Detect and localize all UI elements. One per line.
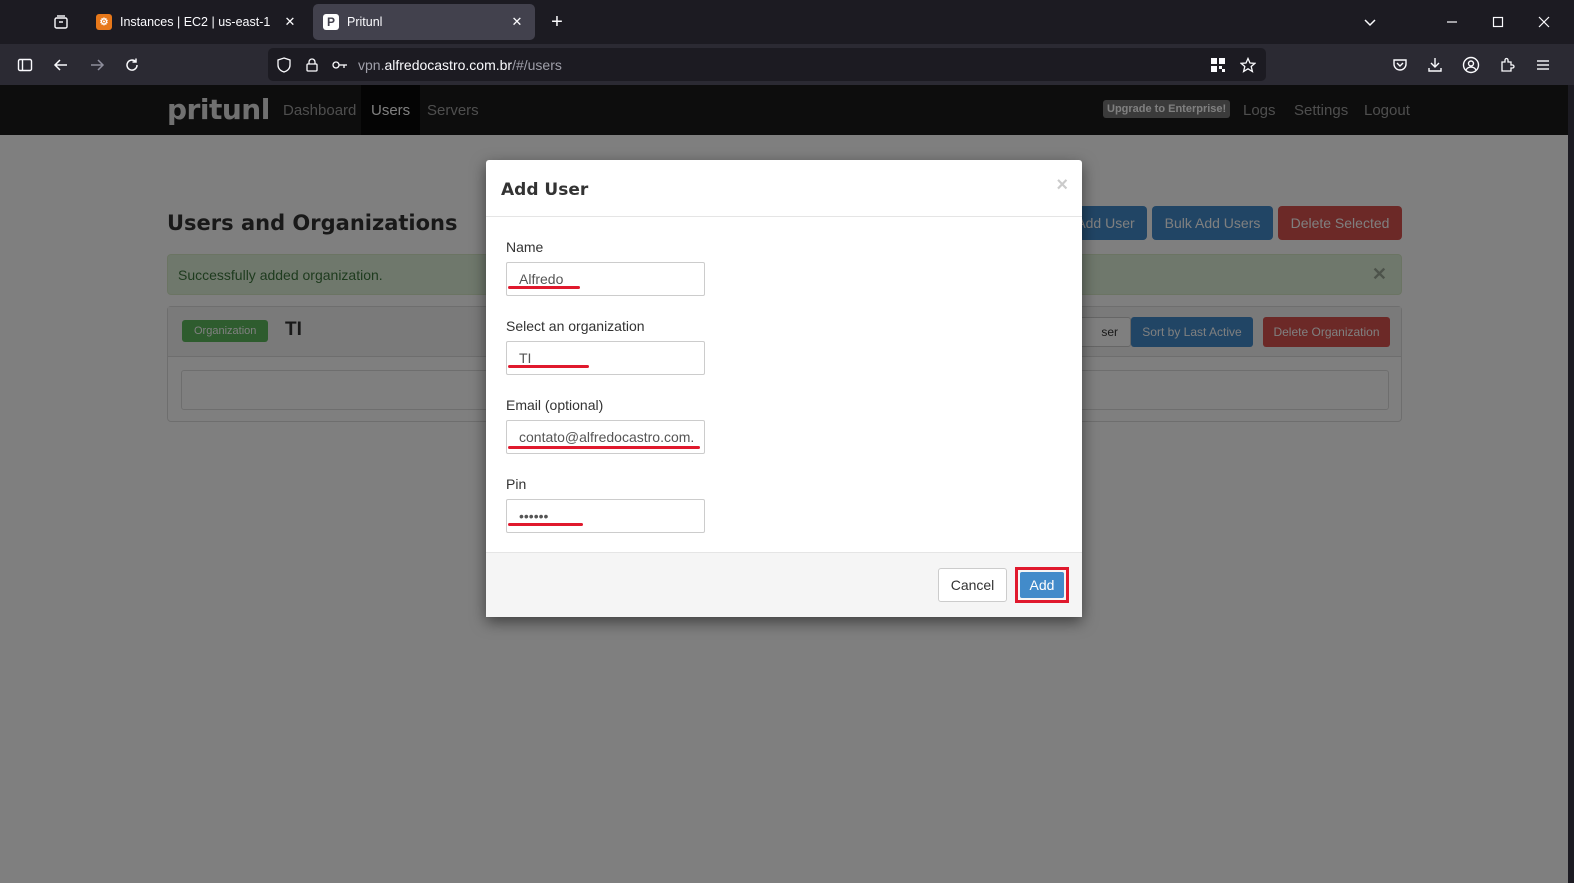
minimize-icon[interactable] [1438, 8, 1466, 36]
browser-tab-bar: ⚙ Instances | EC2 | us-east-1 ✕ P Pritun… [0, 0, 1574, 44]
shield-icon[interactable] [270, 51, 298, 79]
extensions-icon[interactable] [1492, 50, 1522, 80]
name-label: Name [506, 239, 544, 255]
organization-select[interactable]: TI [506, 341, 705, 375]
organization-select-label: Select an organization [506, 318, 645, 334]
pin-input[interactable]: •••••• [506, 499, 705, 533]
tab-title: Instances | EC2 | us-east-1 [120, 15, 271, 29]
tab-list-icon[interactable] [44, 6, 78, 38]
annotation-underline [508, 446, 700, 449]
new-tab-icon[interactable]: + [543, 8, 571, 36]
aws-icon: ⚙ [96, 14, 112, 30]
address-bar[interactable]: vpn.alfredocastro.com.br/#/users [268, 48, 1266, 81]
close-tab-icon[interactable]: ✕ [509, 14, 525, 30]
close-icon[interactable]: × [1056, 174, 1068, 197]
pritunl-icon: P [323, 14, 339, 30]
add-user-modal: Add User × Name Alfredo Select an organi… [486, 160, 1082, 617]
annotation-underline [508, 523, 583, 526]
annotation-underline [508, 365, 589, 368]
modal-title: Add User [501, 180, 589, 200]
forward-icon[interactable] [82, 50, 112, 80]
add-button-highlight: Add [1015, 567, 1069, 603]
page-viewport: pritunl Dashboard Users Servers Upgrade … [0, 85, 1568, 883]
menu-icon[interactable] [1528, 50, 1558, 80]
pocket-icon[interactable] [1385, 50, 1415, 80]
modal-header: Add User × [486, 160, 1082, 217]
back-icon[interactable] [46, 50, 76, 80]
modal-footer: Cancel Add [486, 552, 1082, 617]
window-edge [1568, 85, 1574, 883]
name-input[interactable]: Alfredo [506, 262, 705, 296]
add-button[interactable]: Add [1020, 572, 1064, 598]
url-text[interactable]: vpn.alfredocastro.com.br/#/users [358, 57, 1204, 73]
annotation-underline [508, 286, 580, 289]
tab-pritunl[interactable]: P Pritunl ✕ [313, 4, 535, 40]
pin-label: Pin [506, 476, 527, 492]
key-icon[interactable] [326, 51, 354, 79]
email-label: Email (optional) [506, 397, 604, 413]
sidebar-toggle-icon[interactable] [10, 50, 40, 80]
maximize-icon[interactable] [1484, 8, 1512, 36]
qr-code-icon[interactable] [1204, 51, 1232, 79]
tab-title: Pritunl [347, 15, 383, 29]
close-tab-icon[interactable]: ✕ [282, 14, 298, 30]
close-window-icon[interactable] [1530, 8, 1558, 36]
chevron-down-icon[interactable] [1356, 8, 1384, 36]
lock-icon[interactable] [298, 51, 326, 79]
tab-ec2-instances[interactable]: ⚙ Instances | EC2 | us-east-1 ✕ [86, 4, 308, 40]
cancel-button[interactable]: Cancel [938, 568, 1007, 602]
account-icon[interactable] [1456, 50, 1486, 80]
reload-icon[interactable] [117, 50, 147, 80]
bookmark-star-icon[interactable] [1234, 51, 1262, 79]
download-icon[interactable] [1420, 50, 1450, 80]
browser-toolbar: vpn.alfredocastro.com.br/#/users [0, 44, 1574, 85]
